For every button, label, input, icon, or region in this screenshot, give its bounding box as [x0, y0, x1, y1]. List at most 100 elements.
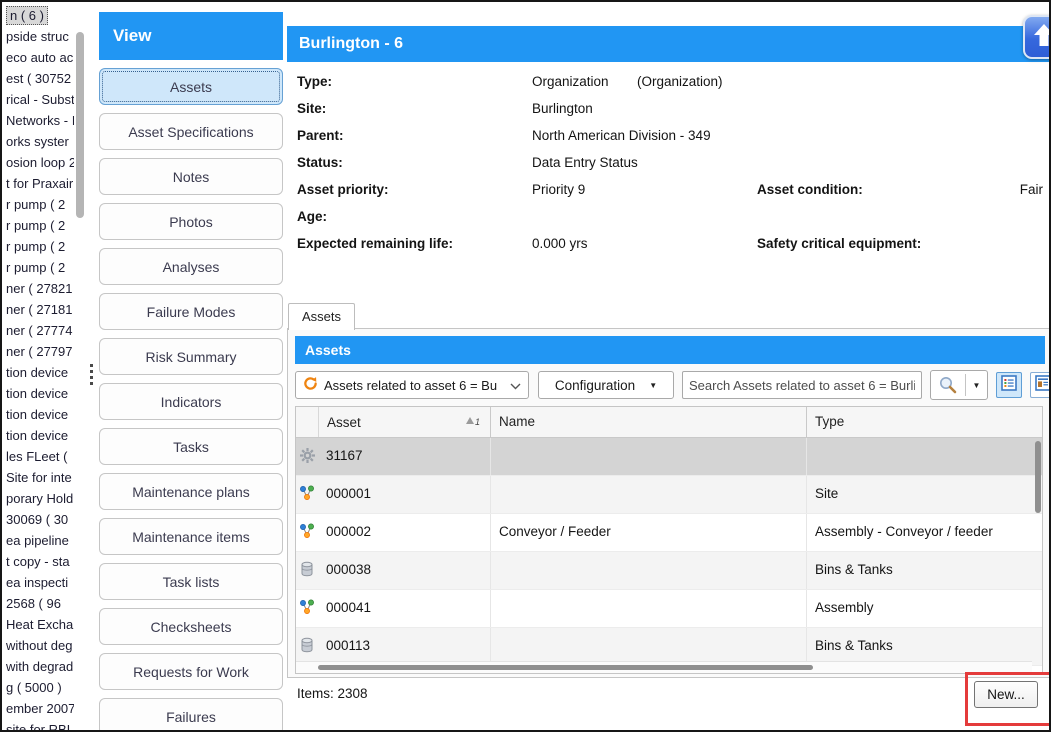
grid-horizontal-scrollbar[interactable] [296, 661, 1032, 673]
chevron-down-icon [510, 378, 521, 393]
tree-item[interactable]: t for Praxair [6, 173, 74, 194]
table-row[interactable]: 000041 Assembly [296, 590, 1042, 628]
tree-item[interactable]: ner ( 27821 [6, 278, 74, 299]
cell-type: Bins & Tanks [806, 628, 1034, 665]
sidebar-item-failures[interactable]: Failures [99, 698, 283, 732]
sidebar-item-notes[interactable]: Notes [99, 158, 283, 195]
tree-item[interactable]: Site for inte [6, 467, 74, 488]
tree-item[interactable]: tion device [6, 362, 74, 383]
page-title: Burlington - 6 [287, 26, 1051, 62]
tree-item[interactable]: les FLeet ( [6, 446, 74, 467]
tree-item[interactable]: ner ( 27774 [6, 320, 74, 341]
tree-item[interactable]: orks syster [6, 131, 74, 152]
sidebar-item-maintenance-plans[interactable]: Maintenance plans [99, 473, 283, 510]
tree-item[interactable]: r pump ( 2 [6, 236, 74, 257]
sidebar-item-tasks[interactable]: Tasks [99, 428, 283, 465]
cylinder-icon [300, 561, 314, 580]
sidebar-item-maintenance-items[interactable]: Maintenance items [99, 518, 283, 555]
sidebar-item-indicators[interactable]: Indicators [99, 383, 283, 420]
sidebar-item-checksheets[interactable]: Checksheets [99, 608, 283, 645]
relation-dropdown[interactable]: Assets related to asset 6 = Bu [295, 371, 529, 399]
view-sidebar-header: View [99, 12, 283, 60]
new-button[interactable]: New... [974, 681, 1038, 708]
table-row[interactable]: 31167 [296, 438, 1042, 476]
tree-item[interactable]: with degrad [6, 656, 74, 677]
hierarchy-icon [299, 599, 315, 618]
tree-item[interactable]: without deg [6, 635, 74, 656]
tree-item[interactable]: tion device [6, 425, 74, 446]
sidebar-item-analyses[interactable]: Analyses [99, 248, 283, 285]
configuration-button[interactable]: Configuration ▼ [538, 371, 674, 399]
tree-item[interactable]: pside struc [6, 26, 74, 47]
table-row[interactable]: 000002 Conveyor / Feeder Assembly - Conv… [296, 514, 1042, 552]
assets-panel: Assets Assets related to asset 6 = Bu Co… [287, 328, 1051, 678]
items-count-label: Items: 2308 [297, 686, 368, 701]
cell-type: Assembly - Conveyor / feeder [806, 514, 1034, 551]
card-view-button[interactable] [1030, 372, 1051, 398]
sidebar-item-requests-for-work[interactable]: Requests for Work [99, 653, 283, 690]
tree-item[interactable]: 2568 ( 96 [6, 593, 74, 614]
cell-name [490, 438, 806, 475]
tree-item[interactable]: Heat Excha [6, 614, 74, 635]
scrollbar-thumb[interactable] [318, 665, 813, 670]
gear-icon [299, 447, 316, 467]
safety-critical-label: Safety critical equipment: [757, 230, 921, 257]
tree-item[interactable]: ea inspecti [6, 572, 74, 593]
sidebar-item-task-lists[interactable]: Task lists [99, 563, 283, 600]
tree-item[interactable]: 30069 ( 30 [6, 509, 74, 530]
parent-label: Parent: [297, 122, 344, 149]
column-header-asset[interactable]: Asset 1 [318, 407, 490, 437]
table-row[interactable]: 000038 Bins & Tanks [296, 552, 1042, 590]
column-header-type[interactable]: Type [806, 407, 1034, 437]
tree-item[interactable]: Networks - I [6, 110, 74, 131]
tree-item[interactable]: porary Hold [6, 488, 74, 509]
column-header-name[interactable]: Name [490, 407, 806, 437]
search-input[interactable] [682, 371, 922, 399]
relation-dropdown-label: Assets related to asset 6 = Bu [324, 378, 510, 393]
list-view-button[interactable] [996, 372, 1022, 398]
tree-item[interactable]: t copy - sta [6, 551, 74, 572]
tree-item[interactable]: rical - Subst [6, 89, 74, 110]
tree-item-selected[interactable]: n ( 6 ) [6, 5, 74, 26]
hierarchy-icon [299, 485, 315, 504]
tree-scrollbar-thumb[interactable] [76, 32, 84, 218]
parent-value: North American Division - 349 [532, 122, 711, 149]
tree-item[interactable]: ember 2007 [6, 698, 74, 719]
sidebar-item-photos[interactable]: Photos [99, 203, 283, 240]
cell-asset: 31167 [318, 438, 490, 475]
sidebar-item-failure-modes[interactable]: Failure Modes [99, 293, 283, 330]
type-value-secondary: (Organization) [637, 68, 723, 95]
tree-item[interactable]: eco auto ack [6, 47, 74, 68]
cell-asset: 000041 [318, 590, 490, 627]
tree-item[interactable]: r pump ( 2 [6, 194, 74, 215]
panel-splitter-grip[interactable] [90, 364, 93, 388]
cell-asset: 000001 [318, 476, 490, 513]
go-up-button[interactable] [1023, 15, 1051, 59]
sidebar-item-assets[interactable]: Assets [99, 68, 283, 105]
tree-item[interactable]: tion device [6, 383, 74, 404]
asset-condition-value: Fair [1020, 176, 1043, 203]
tree-item[interactable]: site for RBI [6, 719, 74, 731]
cell-type: Bins & Tanks [806, 552, 1034, 589]
tree-item[interactable]: ner ( 27181 [6, 299, 74, 320]
tree-item[interactable]: est ( 30752 [6, 68, 74, 89]
tree-item[interactable]: tion device [6, 404, 74, 425]
sidebar-item-asset-specifications[interactable]: Asset Specifications [99, 113, 283, 150]
site-value: Burlington [532, 95, 593, 122]
tree-item[interactable]: osion loop 2 [6, 152, 74, 173]
grid-vertical-scrollbar[interactable] [1035, 441, 1041, 513]
search-options-arrow[interactable]: ▼ [966, 381, 987, 390]
tab-assets[interactable]: Assets [288, 303, 355, 330]
dropdown-arrow-icon: ▼ [649, 381, 657, 390]
tree-item[interactable]: ea pipeline [6, 530, 74, 551]
tree-item[interactable]: r pump ( 2 [6, 257, 74, 278]
remaining-life-value: 0.000 yrs [532, 230, 588, 257]
tree-item[interactable]: r pump ( 2 [6, 215, 74, 236]
cell-name [490, 476, 806, 513]
site-label: Site: [297, 95, 326, 122]
sidebar-item-risk-summary[interactable]: Risk Summary [99, 338, 283, 375]
tree-item[interactable]: ner ( 27797 [6, 341, 74, 362]
table-row[interactable]: 000001 Site [296, 476, 1042, 514]
tree-item[interactable]: g ( 5000 ) [6, 677, 74, 698]
search-button[interactable]: ▼ [930, 370, 988, 400]
